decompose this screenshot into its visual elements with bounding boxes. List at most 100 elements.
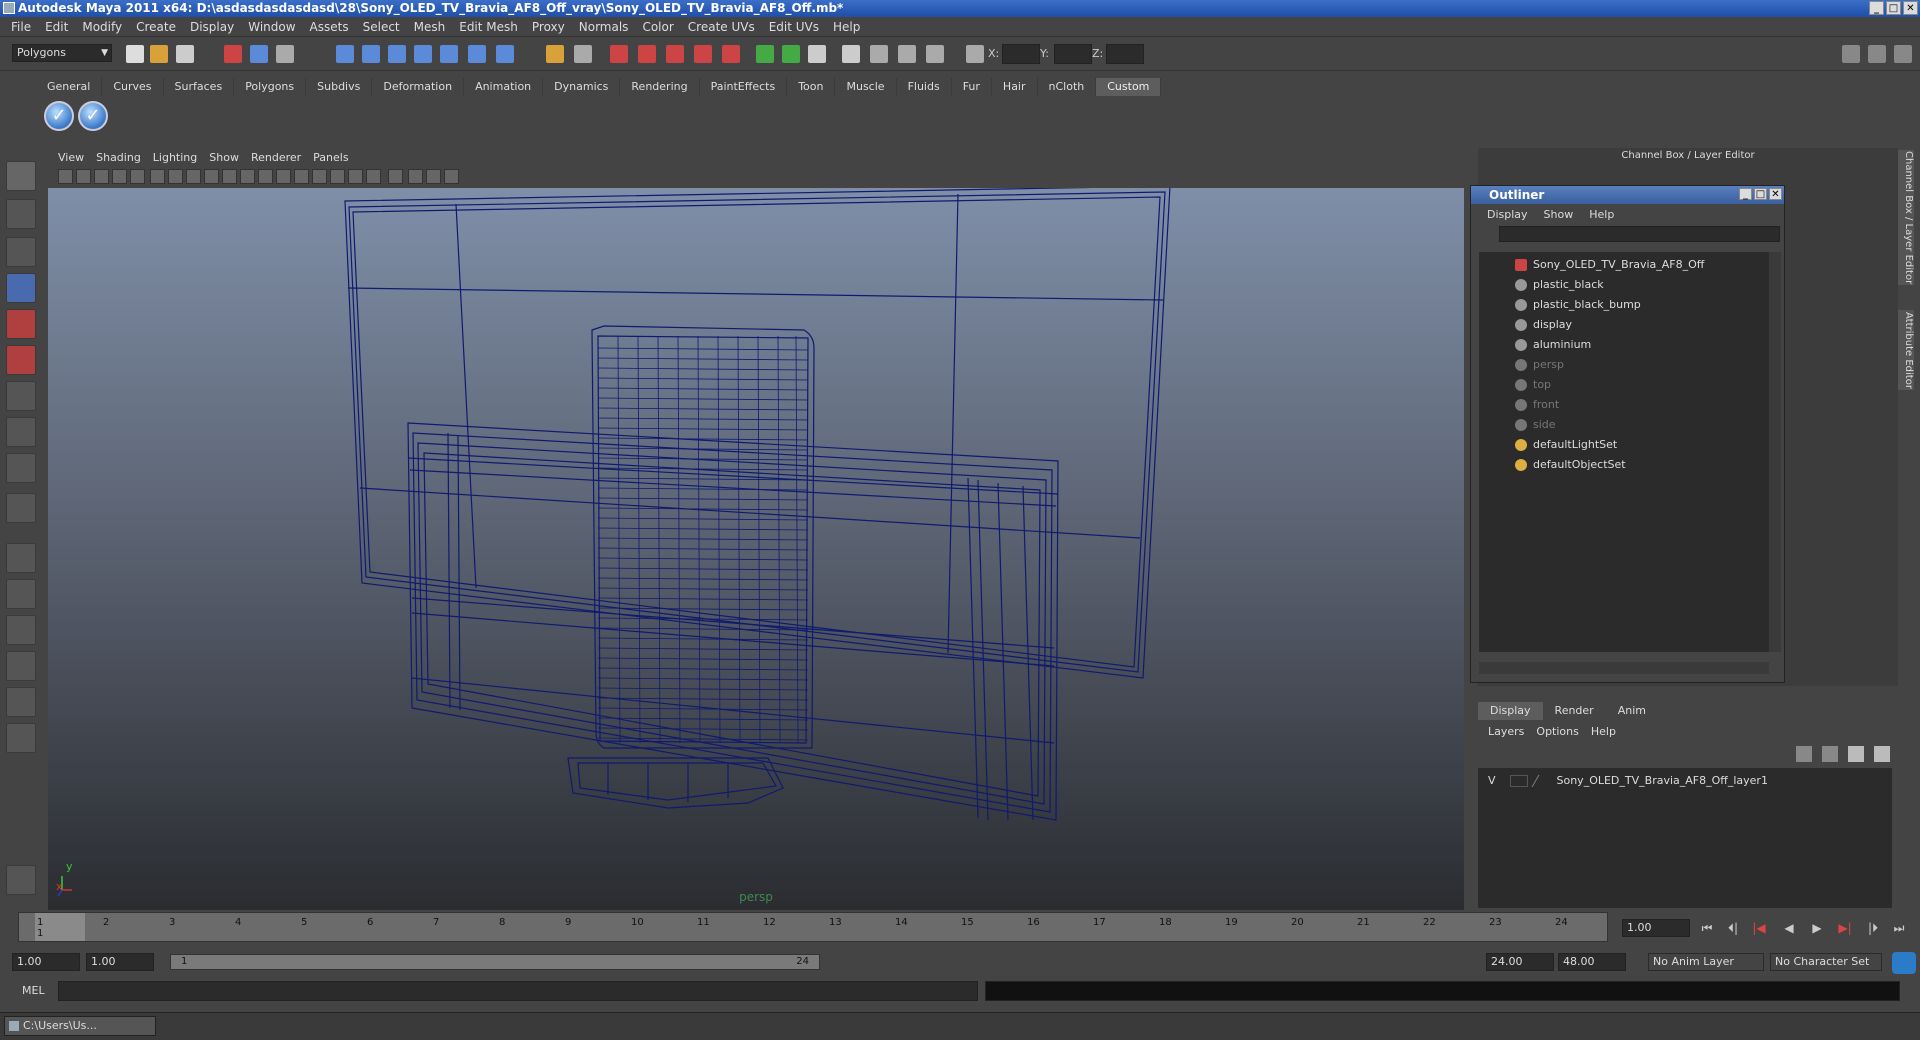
field-chart-icon[interactable] bbox=[222, 169, 237, 184]
snap-live-icon[interactable] bbox=[468, 45, 486, 63]
layer-visibility-toggle[interactable]: V bbox=[1488, 774, 1506, 787]
shelf-tab-hair[interactable]: Hair bbox=[992, 78, 1038, 96]
outliner-item-root[interactable]: Sony_OLED_TV_Bravia_AF8_Off bbox=[1515, 256, 1704, 274]
command-input[interactable] bbox=[58, 981, 978, 1001]
menu-file[interactable]: File bbox=[4, 20, 38, 34]
smooth-shade-icon[interactable] bbox=[294, 169, 309, 184]
textured-icon[interactable] bbox=[330, 169, 345, 184]
shelf-tab-polygons[interactable]: Polygons bbox=[234, 78, 307, 96]
vp-menu-view[interactable]: View bbox=[52, 151, 90, 164]
start-time-field[interactable]: 1.00 bbox=[12, 953, 80, 971]
select-tool-icon[interactable] bbox=[6, 161, 36, 191]
gate-mask-icon[interactable] bbox=[204, 169, 219, 184]
playback-start-field[interactable]: 1.00 bbox=[86, 953, 154, 971]
isolate-select-icon[interactable] bbox=[388, 169, 403, 184]
render-current-icon[interactable] bbox=[610, 45, 628, 63]
mel-script-icon[interactable] bbox=[6, 865, 36, 895]
universal-manipulator-icon[interactable] bbox=[6, 381, 36, 411]
playback-end-field[interactable]: 24.00 bbox=[1486, 953, 1554, 971]
shelf-check-icon[interactable]: ✓ bbox=[44, 101, 74, 131]
shelf-tab-painteffects[interactable]: PaintEffects bbox=[700, 78, 788, 96]
shelf-tab-curves[interactable]: Curves bbox=[102, 78, 164, 96]
outliner-item-plastic-black[interactable]: plastic_black bbox=[1515, 276, 1604, 294]
menu-edit-uvs[interactable]: Edit UVs bbox=[762, 20, 826, 34]
outliner-vertical-scrollbar[interactable] bbox=[1769, 252, 1781, 652]
vp-menu-panels[interactable]: Panels bbox=[307, 151, 354, 164]
current-frame-field[interactable]: 1.00 bbox=[1622, 919, 1690, 937]
go-to-end-icon[interactable]: ⏭ bbox=[1888, 919, 1910, 937]
panel-layout-icon[interactable] bbox=[1842, 45, 1860, 63]
shelf-tab-animation[interactable]: Animation bbox=[464, 78, 544, 96]
save-scene-icon[interactable] bbox=[176, 45, 194, 63]
select-hierarchy-icon[interactable] bbox=[224, 45, 242, 63]
outliner-item-side[interactable]: side bbox=[1515, 416, 1556, 434]
range-slider-bar[interactable]: 1 24 bbox=[170, 954, 820, 970]
safe-title-icon[interactable] bbox=[258, 169, 273, 184]
xray-icon[interactable] bbox=[408, 169, 423, 184]
use-all-lights-icon[interactable] bbox=[348, 169, 363, 184]
side-tab-attribute-editor[interactable]: Attribute Editor bbox=[1898, 310, 1914, 390]
ipr-render-icon[interactable] bbox=[638, 45, 656, 63]
2d-pan-icon[interactable] bbox=[130, 169, 145, 184]
time-slider[interactable]: 1 1 2 3 4 5 6 7 8 9 10 11 12 13 14 15 16… bbox=[18, 912, 1608, 942]
bookmark-icon[interactable] bbox=[94, 169, 109, 184]
play-backwards-icon[interactable]: ◀ bbox=[1778, 919, 1800, 937]
play-forwards-icon[interactable]: ▶ bbox=[1806, 919, 1828, 937]
y-field[interactable] bbox=[1054, 44, 1092, 64]
anim-layer-dropdown[interactable]: No Anim Layer bbox=[1648, 953, 1764, 971]
construction-icon[interactable] bbox=[574, 45, 592, 63]
render-settings-icon[interactable] bbox=[666, 45, 684, 63]
lasso-tool-icon[interactable] bbox=[6, 199, 36, 229]
shadows-icon[interactable] bbox=[366, 169, 381, 184]
layer-options-icon[interactable] bbox=[1848, 746, 1864, 762]
last-tool-icon[interactable] bbox=[6, 493, 36, 523]
vp-menu-renderer[interactable]: Renderer bbox=[245, 151, 307, 164]
layer-tab-anim[interactable]: Anim bbox=[1606, 702, 1658, 720]
minimize-button[interactable]: _ bbox=[1869, 1, 1884, 15]
xray-joints-icon[interactable] bbox=[426, 169, 441, 184]
show-manipulator-icon[interactable] bbox=[6, 453, 36, 483]
move-tool-icon[interactable] bbox=[6, 273, 36, 303]
go-to-start-icon[interactable]: ⏮ bbox=[1696, 919, 1718, 937]
layer-tab-render[interactable]: Render bbox=[1543, 702, 1606, 720]
maximize-button[interactable]: □ bbox=[1886, 1, 1901, 15]
shelf-tab-custom[interactable]: Custom bbox=[1096, 78, 1162, 96]
outliner-item-default-object-set[interactable]: defaultObjectSet bbox=[1515, 456, 1626, 474]
outliner-maximize-button[interactable]: □ bbox=[1754, 188, 1767, 200]
layer-tab-display[interactable]: Display bbox=[1478, 702, 1543, 720]
layer-color-swatch[interactable] bbox=[1531, 775, 1551, 787]
menu-set-dropdown[interactable]: Polygons ▼ bbox=[12, 44, 112, 62]
scale-tool-icon[interactable] bbox=[6, 345, 36, 375]
select-component-icon[interactable] bbox=[276, 45, 294, 63]
end-time-field[interactable]: 48.00 bbox=[1558, 953, 1626, 971]
hypergraph-layout-icon[interactable] bbox=[6, 687, 36, 717]
step-forward-frame-icon[interactable]: |⏵ bbox=[1862, 919, 1884, 937]
transform-input-icon[interactable] bbox=[966, 45, 984, 63]
outliner-item-persp[interactable]: persp bbox=[1515, 356, 1564, 374]
menu-edit-mesh[interactable]: Edit Mesh bbox=[452, 20, 525, 34]
vp-menu-show[interactable]: Show bbox=[203, 151, 245, 164]
resolution-gate-icon[interactable] bbox=[186, 169, 201, 184]
camera-select-icon[interactable] bbox=[58, 169, 73, 184]
vp-menu-lighting[interactable]: Lighting bbox=[147, 151, 203, 164]
history-icon[interactable] bbox=[546, 45, 564, 63]
outliner-horizontal-scrollbar[interactable] bbox=[1479, 662, 1769, 674]
image-plane-icon[interactable] bbox=[112, 169, 127, 184]
menu-normals[interactable]: Normals bbox=[572, 20, 636, 34]
taskbar-item[interactable]: C:\Users\Us... bbox=[4, 1016, 156, 1036]
outliner-item-aluminium[interactable]: aluminium bbox=[1515, 336, 1591, 354]
wireframe-icon[interactable] bbox=[276, 169, 291, 184]
graph-layout-icon[interactable] bbox=[6, 651, 36, 681]
open-scene-icon[interactable] bbox=[150, 45, 168, 63]
shelf-tab-general[interactable]: General bbox=[36, 78, 103, 96]
menu-select[interactable]: Select bbox=[356, 20, 407, 34]
channel-box-toggle-icon[interactable] bbox=[1868, 45, 1886, 63]
layer-menu-layers[interactable]: Layers bbox=[1482, 725, 1530, 738]
snap-point-icon[interactable] bbox=[388, 45, 406, 63]
layer-settings-icon[interactable] bbox=[1874, 746, 1890, 762]
layer-menu-help[interactable]: Help bbox=[1585, 725, 1622, 738]
camera-attributes-icon[interactable] bbox=[76, 169, 91, 184]
menu-help[interactable]: Help bbox=[826, 20, 867, 34]
attribute-editor-toggle-icon[interactable] bbox=[1894, 45, 1912, 63]
outliner-layout-icon[interactable] bbox=[6, 615, 36, 645]
